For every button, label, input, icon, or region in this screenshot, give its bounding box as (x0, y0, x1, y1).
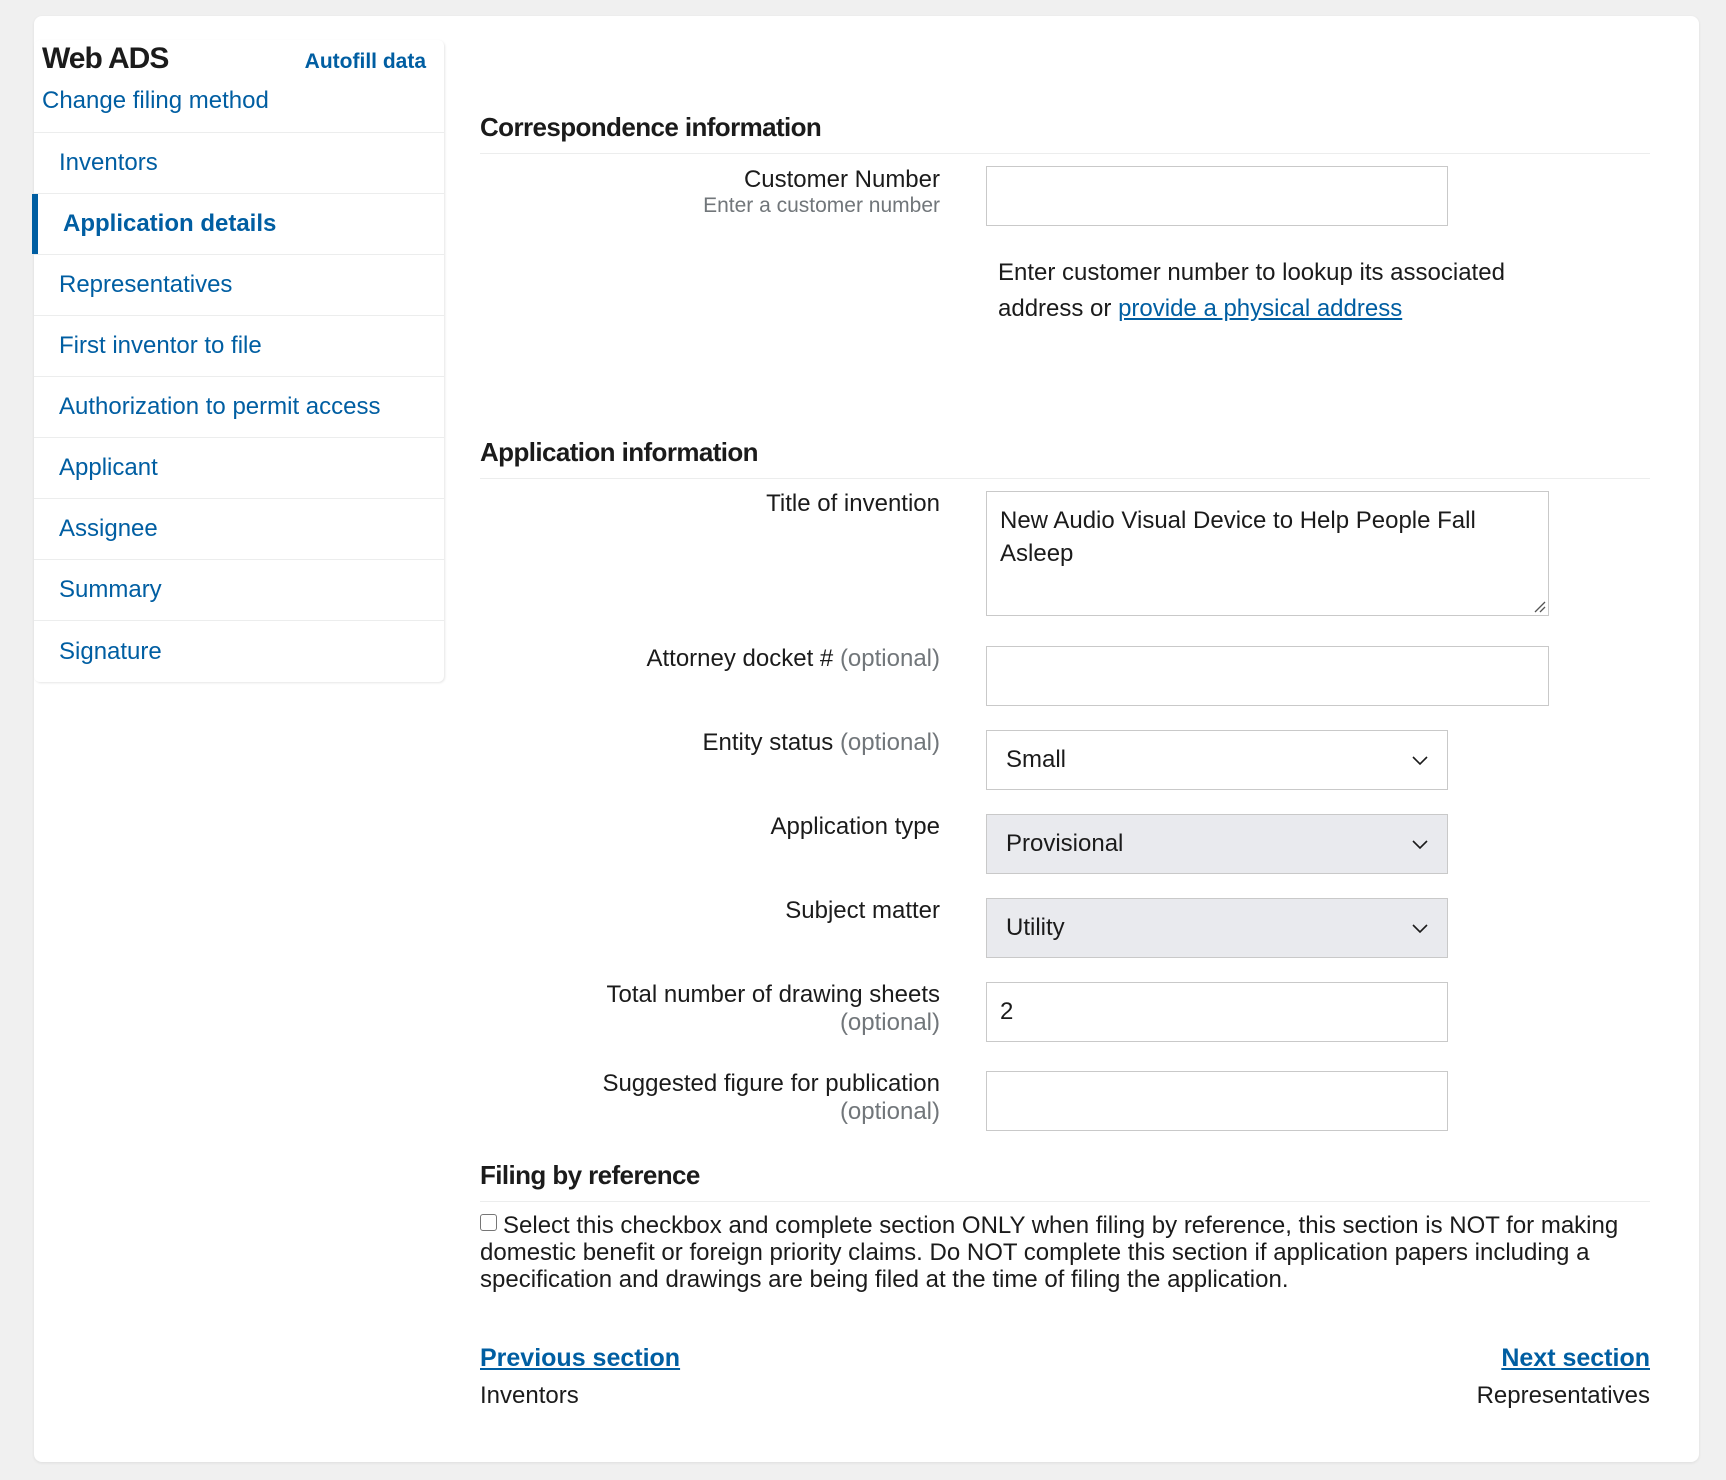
next-section-link[interactable]: Next section (1501, 1344, 1650, 1373)
filing-by-reference-text: Select this checkbox and complete sectio… (480, 1212, 1619, 1293)
app-title: Web ADS (42, 42, 169, 75)
drawing-sheets-label: Total number of drawing sheets (optional… (606, 981, 940, 1037)
drawing-sheets-label-text: Total number of drawing sheets (606, 981, 940, 1008)
subject-matter-select[interactable]: Utility (986, 898, 1448, 958)
sidebar-item-signature[interactable]: Signature (34, 621, 444, 682)
sidebar-item-applicant[interactable]: Applicant (34, 438, 444, 499)
entity-status-label-text: Entity status (702, 729, 834, 756)
sidebar-item-authorization[interactable]: Authorization to permit access (34, 377, 444, 438)
sidebar-nav: Web ADS Autofill data Change filing meth… (32, 40, 444, 682)
suggested-figure-input[interactable] (986, 1071, 1448, 1131)
title-of-invention-value: New Audio Visual Device to Help People F… (1000, 507, 1476, 567)
entity-status-value: Small (1006, 746, 1067, 773)
attorney-docket-label: Attorney docket # (optional) (646, 645, 940, 673)
filing-by-reference-title: Filing by reference (480, 1160, 700, 1190)
sidebar-item-inventors[interactable]: Inventors (34, 133, 444, 194)
optional-tag: (optional) (839, 1098, 940, 1125)
suggested-figure-label: Suggested figure for publication (option… (602, 1070, 940, 1126)
section-divider (480, 1201, 1650, 1202)
customer-number-label: Customer Number Enter a customer number (703, 166, 940, 218)
sidebar-item-application-details[interactable]: Application details (32, 194, 444, 255)
entity-status-select[interactable]: Small (986, 730, 1448, 790)
application-type-label: Application type (770, 813, 940, 840)
filing-by-reference-row: Select this checkbox and complete sectio… (480, 1212, 1650, 1293)
customer-number-input[interactable] (986, 166, 1448, 226)
chevron-down-icon (1412, 756, 1428, 766)
subject-matter-label: Subject matter (785, 897, 940, 924)
autofill-data-link[interactable]: Autofill data (305, 50, 426, 74)
subject-matter-value: Utility (1006, 914, 1065, 941)
filing-by-reference-checkbox[interactable] (480, 1214, 497, 1231)
sidebar-item-first-inventor-to-file[interactable]: First inventor to file (34, 316, 444, 377)
sidebar-header: Web ADS Autofill data (34, 40, 444, 90)
customer-number-label-text: Customer Number (743, 166, 940, 193)
title-of-invention-textarea[interactable]: New Audio Visual Device to Help People F… (986, 491, 1549, 616)
optional-tag: (optional) (839, 1009, 940, 1036)
attorney-docket-input[interactable] (986, 646, 1549, 706)
section-divider (480, 153, 1650, 154)
sidebar-item-assignee[interactable]: Assignee (34, 499, 444, 560)
section-divider (480, 478, 1650, 479)
attorney-docket-label-text: Attorney docket # (646, 645, 834, 672)
provide-physical-address-link[interactable]: provide a physical address (1118, 295, 1402, 322)
suggested-figure-label-text: Suggested figure for publication (602, 1070, 940, 1097)
previous-section-link[interactable]: Previous section (480, 1344, 680, 1373)
chevron-down-icon (1412, 840, 1428, 850)
optional-tag: (optional) (839, 645, 940, 672)
resize-handle-icon[interactable] (1532, 599, 1546, 613)
next-section-name: Representatives (1476, 1382, 1650, 1409)
sidebar-item-summary[interactable]: Summary (34, 560, 444, 621)
correspondence-section-title: Correspondence information (480, 112, 822, 142)
customer-number-hint: Enter a customer number (703, 194, 940, 217)
optional-tag: (optional) (839, 729, 940, 756)
chevron-down-icon (1412, 924, 1428, 934)
previous-section-name: Inventors (480, 1382, 579, 1409)
application-type-value: Provisional (1006, 830, 1124, 857)
customer-lookup-text: Enter customer number to lookup its asso… (998, 255, 1558, 327)
title-of-invention-label: Title of invention (766, 490, 940, 517)
entity-status-label: Entity status (optional) (703, 729, 940, 757)
drawing-sheets-input[interactable]: 2 (986, 982, 1448, 1042)
application-section-title: Application information (480, 437, 759, 467)
application-type-select[interactable]: Provisional (986, 814, 1448, 874)
sidebar-item-representatives[interactable]: Representatives (34, 255, 444, 316)
